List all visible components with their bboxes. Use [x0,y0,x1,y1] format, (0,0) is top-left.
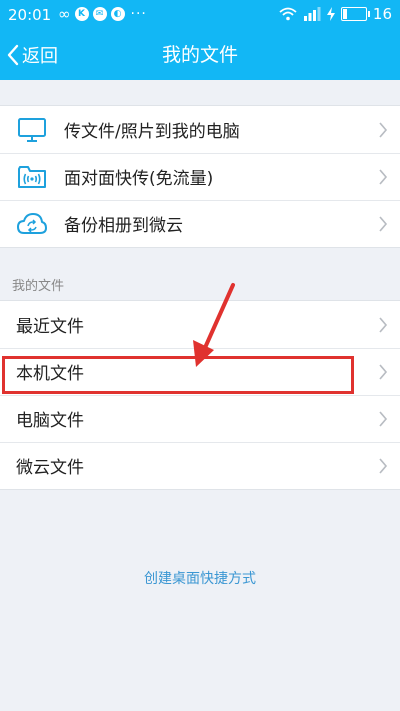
battery-icon [340,7,370,21]
my-files-group: 最近文件 本机文件 电脑文件 微云文件 [0,300,400,490]
cloud-sync-icon [16,210,48,238]
chevron-right-icon [379,364,388,380]
recent-files-label: 最近文件 [16,317,84,337]
backup-album-label: 备份相册到微云 [64,216,183,236]
chevron-right-icon [379,411,388,427]
battery-level: 16 [372,5,392,23]
weiyun-files-item[interactable]: 微云文件 [0,442,400,489]
chevron-right-icon [379,216,388,232]
chevron-right-icon [379,169,388,185]
nav-bar: 返回 我的文件 [0,30,400,80]
chevron-right-icon [379,458,388,474]
send-to-computer-item[interactable]: 传文件/照片到我的电脑 [0,106,400,153]
chevron-right-icon [379,122,388,138]
face-to-face-transfer-item[interactable]: 面对面快传(免流量) [0,153,400,200]
gallery-notification-icon: ◐ [110,7,125,21]
monitor-icon [16,116,48,144]
signal-icon [303,7,321,21]
status-bar: 20:01 ∞ K ✉ ◐ ··· 16 [0,0,400,30]
section-label: 我的文件 [12,279,65,294]
chevron-right-icon [379,317,388,333]
wifi-folder-icon [16,163,48,191]
send-to-computer-label: 传文件/照片到我的电脑 [64,122,240,142]
transfer-group: 传文件/照片到我的电脑 面对面快传(免流量) 备份相册到微云 [0,105,400,248]
wifi-icon [279,7,297,21]
page-title: 我的文件 [161,44,238,66]
more-notifications-icon: ··· [130,6,147,22]
status-time: 20:01 [8,6,52,24]
charging-icon [326,7,335,21]
recent-files-item[interactable]: 最近文件 [0,301,400,348]
infinity-icon: ∞ [58,5,71,23]
app-notification-icon: ✉ [92,7,107,21]
status-notification-icons: ∞ K ✉ ◐ ··· [58,5,147,23]
face-to-face-transfer-label: 面对面快传(免流量) [64,169,214,189]
k-badge-icon: K [74,7,89,21]
backup-album-item[interactable]: 备份相册到微云 [0,200,400,247]
status-right: 16 [279,5,392,23]
computer-files-label: 电脑文件 [16,411,84,431]
create-desktop-shortcut-link[interactable]: 创建桌面快捷方式 [0,568,400,588]
computer-files-item[interactable]: 电脑文件 [0,395,400,442]
annotation-highlight-box [2,356,354,394]
weiyun-files-label: 微云文件 [16,458,84,478]
